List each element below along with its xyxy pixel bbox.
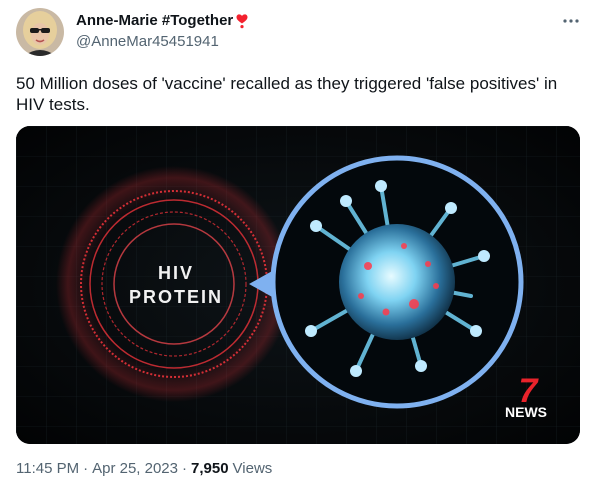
views-count: 7,950	[191, 460, 229, 477]
overlay-label-protein: PROTEIN	[129, 287, 223, 307]
more-options-button[interactable]	[560, 14, 582, 28]
author-handle[interactable]: @AnneMar45451941	[76, 32, 219, 52]
profile-avatar-image	[16, 8, 64, 56]
more-dots-icon	[563, 19, 579, 23]
tweet-time[interactable]: 11:45 PM	[16, 459, 79, 479]
tweet-media-image[interactable]: HIV PROTEIN 7 NEWS	[16, 126, 580, 444]
network-logo-text: NEWS	[505, 404, 547, 420]
tweet-text: 50 Million doses of 'vaccine' recalled a…	[16, 74, 558, 114]
meta-separator: ·	[182, 460, 187, 477]
avatar[interactable]	[16, 8, 64, 56]
overlay-label-hiv: HIV	[158, 263, 194, 283]
hiv-virus-news-graphic: HIV PROTEIN 7 NEWS	[16, 126, 580, 444]
meta-separator: ·	[83, 460, 89, 477]
tweet-meta: 11:45 PM · Apr 25, 2023 · 7,950 Views	[16, 459, 272, 479]
red-heart-exclamation-icon	[236, 14, 248, 29]
author-display-name[interactable]: Anne-Marie #Together	[76, 11, 233, 31]
tweet-date[interactable]: Apr 25, 2023	[92, 459, 178, 479]
author-name-line[interactable]: Anne-Marie #Together	[76, 11, 249, 31]
views-label: Views	[232, 460, 273, 477]
